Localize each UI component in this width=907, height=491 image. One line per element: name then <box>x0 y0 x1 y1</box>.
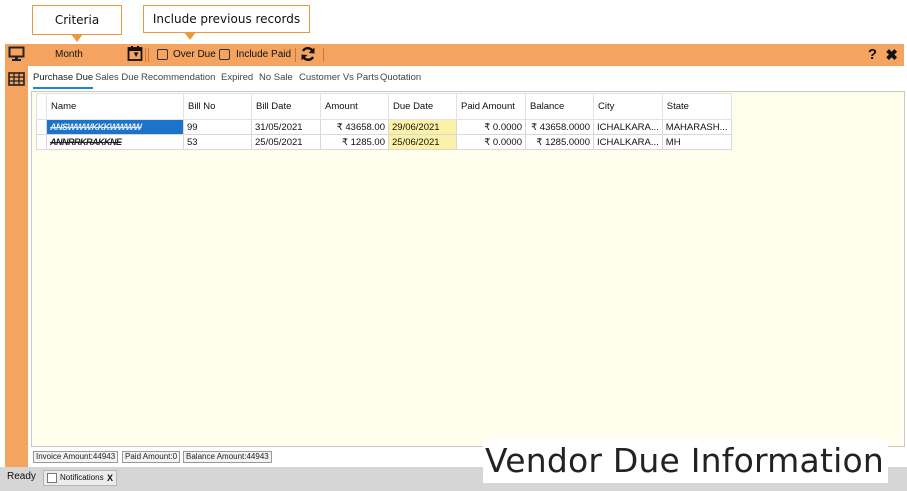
column-header-amount[interactable]: Amount <box>320 93 389 120</box>
cell-bill-date[interactable]: 25/05/2021 <box>251 134 321 150</box>
row-header[interactable] <box>36 119 47 135</box>
cell-state[interactable]: MAHARASH... <box>661 119 732 135</box>
tab-expired[interactable]: Expired <box>221 70 253 87</box>
column-header-bill-date[interactable]: Bill Date <box>251 93 321 120</box>
cell-bill-no[interactable]: 99 <box>183 119 252 135</box>
calendar-icon[interactable] <box>127 45 143 66</box>
cell-bill-date[interactable]: 31/05/2021 <box>251 119 321 135</box>
table-icon[interactable] <box>8 71 25 87</box>
invoice-amount-total: Invoice Amount:44943 <box>33 451 119 463</box>
help-icon[interactable]: ? <box>868 46 877 63</box>
left-sidebar <box>5 44 28 467</box>
cell-paid-amount[interactable]: ₹ 0.0000 <box>456 119 526 135</box>
cell-city[interactable]: ICHALKARA... <box>593 134 663 150</box>
tab-quotation[interactable]: Quotation <box>380 70 421 87</box>
notifications-close-icon[interactable]: X <box>107 471 113 485</box>
cell-city[interactable]: ICHALKARA... <box>593 119 663 135</box>
criteria-callout: Criteria <box>32 5 122 42</box>
cell-balance[interactable]: ₹ 43658.0000 <box>525 119 594 135</box>
include-previous-callout: Include previous records <box>143 5 310 40</box>
table-row[interactable]: ANSWWWKKKWWWW 99 31/05/2021 ₹ 43658.00 2… <box>36 119 732 135</box>
over-due-label[interactable]: Over Due <box>173 48 216 62</box>
toolbar-divider <box>323 48 324 62</box>
cell-amount[interactable]: ₹ 43658.00 <box>320 119 389 135</box>
cell-due-date[interactable]: 25/06/2021 <box>388 134 457 150</box>
include-paid-checkbox[interactable] <box>219 49 230 60</box>
notification-page-icon <box>47 473 57 483</box>
column-header-city[interactable]: City <box>593 93 663 120</box>
column-header-state[interactable]: State <box>661 93 732 120</box>
column-header-bill-no[interactable]: Bill No <box>183 93 252 120</box>
overlay-title: Vendor Due Information <box>483 439 888 483</box>
redacted-name: ANNRRKRAKKNE <box>50 136 122 147</box>
close-icon[interactable]: ✖ <box>885 46 898 64</box>
cell-due-date[interactable]: 29/06/2021 <box>388 119 457 135</box>
table-row[interactable]: ANNRRKRAKKNE 53 25/05/2021 ₹ 1285.00 25/… <box>36 134 732 150</box>
vendor-due-grid: Name Bill No Bill Date Amount Due Date P… <box>36 93 732 150</box>
column-header-paid-amount[interactable]: Paid Amount <box>456 93 526 120</box>
tab-recommendation[interactable]: Recommendation <box>141 70 215 87</box>
tab-no-sale[interactable]: No Sale <box>259 70 293 87</box>
notifications-tab[interactable]: Notifications X <box>43 470 117 486</box>
toolbar-divider <box>148 48 149 62</box>
cell-balance[interactable]: ₹ 1285.0000 <box>525 134 594 150</box>
include-paid-label[interactable]: Include Paid <box>236 48 291 62</box>
toolbar-divider <box>295 48 296 62</box>
notifications-label: Notifications <box>60 473 104 482</box>
paid-amount-total: Paid Amount:0 <box>122 451 181 463</box>
tab-sales-due[interactable]: Sales Due <box>95 70 139 87</box>
over-due-checkbox[interactable] <box>157 49 168 60</box>
tab-customer-vs-parts[interactable]: Customer Vs Parts <box>299 70 379 87</box>
balance-amount-total: Balance Amount:44943 <box>183 451 272 463</box>
cell-bill-no[interactable]: 53 <box>183 134 252 150</box>
row-header-corner <box>36 93 47 120</box>
toolbar-divider <box>145 48 146 62</box>
cell-name[interactable]: ANNRRKRAKKNE <box>46 134 184 150</box>
tab-purchase-due[interactable]: Purchase Due <box>33 70 94 89</box>
refresh-icon[interactable] <box>300 46 316 66</box>
toolbar: Month ▼ Over Due Include Paid ? ✖ <box>28 44 904 66</box>
cell-paid-amount[interactable]: ₹ 0.0000 <box>456 134 526 150</box>
grid-header-row: Name Bill No Bill Date Amount Due Date P… <box>36 93 732 120</box>
redacted-name: ANSWWWKKKWWWW <box>50 121 142 132</box>
cell-state[interactable]: MH <box>661 134 732 150</box>
include-previous-callout-text: Include previous records <box>152 12 301 26</box>
period-select-value: Month <box>55 49 83 60</box>
cell-amount[interactable]: ₹ 1285.00 <box>320 134 389 150</box>
row-header[interactable] <box>36 134 47 150</box>
monitor-icon[interactable] <box>8 46 25 62</box>
data-panel: Name Bill No Bill Date Amount Due Date P… <box>31 91 905 447</box>
column-header-balance[interactable]: Balance <box>525 93 594 120</box>
cell-name[interactable]: ANSWWWKKKWWWW <box>46 119 184 135</box>
status-text: Ready <box>7 471 36 482</box>
column-header-name[interactable]: Name <box>46 93 184 120</box>
column-header-due-date[interactable]: Due Date <box>388 93 457 120</box>
criteria-callout-text: Criteria <box>54 13 100 27</box>
